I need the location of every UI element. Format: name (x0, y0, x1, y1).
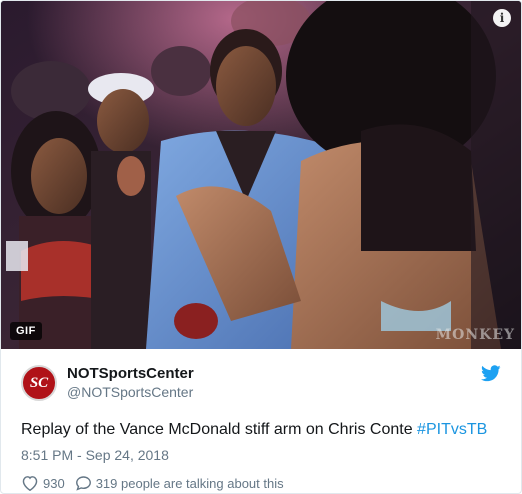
heart-icon (22, 476, 38, 491)
tweet-text-main: Replay of the Vance McDonald stiff arm o… (21, 421, 418, 438)
gif-badge: GIF (10, 322, 42, 340)
info-icon[interactable]: i (493, 9, 511, 27)
gif-watermark: MONKEY (435, 327, 515, 343)
comment-bubble-icon (75, 476, 91, 491)
conversation-link[interactable]: 319 people are talking about this (75, 475, 284, 491)
author-names[interactable]: NOTSportsCenter @NOTSportsCenter (67, 365, 194, 401)
user-handle[interactable]: @NOTSportsCenter (67, 383, 194, 401)
gif-media[interactable]: i GIF MONKEY (1, 1, 521, 349)
tweet-timestamp[interactable]: 8:51 PM - Sep 24, 2018 (21, 447, 501, 463)
tweet-text: Replay of the Vance McDonald stiff arm o… (21, 419, 501, 441)
like-count: 930 (43, 475, 65, 491)
like-button[interactable]: 930 (21, 475, 65, 491)
tweet-card: i GIF MONKEY SC NOTSportsCenter @NOTSpor… (0, 0, 522, 494)
talking-about-text: 319 people are talking about this (95, 475, 284, 491)
avatar[interactable]: SC (21, 365, 57, 401)
tweet-actions: 930 319 people are talking about this (21, 475, 501, 491)
tweet-header: SC NOTSportsCenter @NOTSportsCenter (21, 349, 501, 405)
tweet-body: SC NOTSportsCenter @NOTSportsCenter Repl… (1, 349, 521, 491)
display-name[interactable]: NOTSportsCenter (67, 365, 194, 383)
hashtag-link[interactable]: #PITvsTB (417, 421, 487, 438)
gif-frame-image (1, 1, 521, 349)
twitter-bird-icon[interactable] (481, 365, 501, 382)
